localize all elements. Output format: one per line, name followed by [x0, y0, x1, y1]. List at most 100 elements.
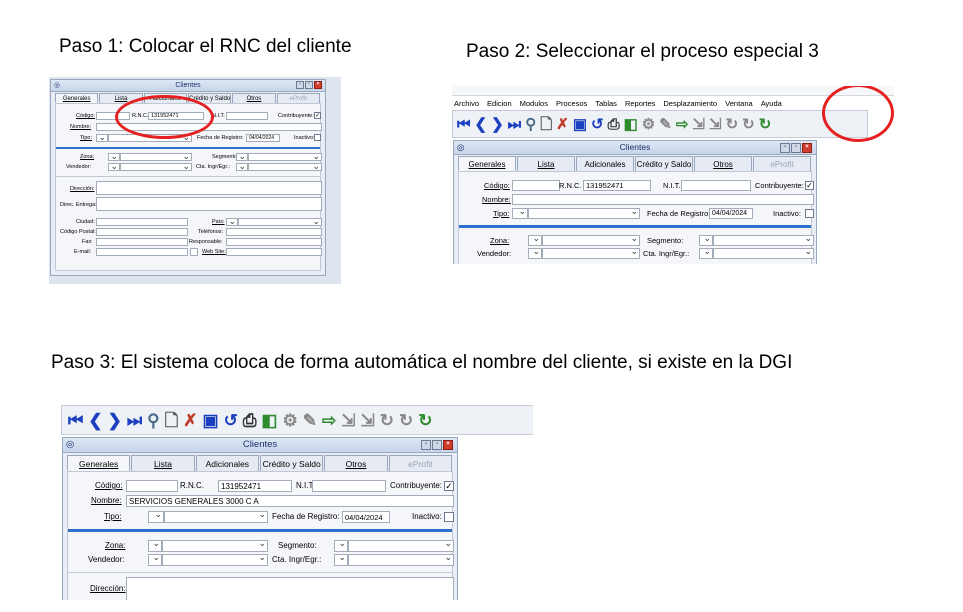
new-document-icon[interactable]: 🗋	[165, 412, 179, 429]
maximize-button[interactable]: ▫	[791, 143, 801, 153]
menu-ayuda[interactable]: Ayuda	[761, 99, 782, 108]
zona-select[interactable]	[108, 151, 120, 162]
import-2-icon[interactable]: ⇲	[360, 412, 374, 429]
fecha-registro-input[interactable]: 04/04/2024	[709, 208, 753, 219]
tab-generales[interactable]: Generales	[55, 93, 99, 103]
tab-credito-saldo[interactable]: Crédito y Saldo	[259, 455, 324, 471]
contribuyente-checkbox[interactable]: ✓	[314, 112, 321, 119]
rnc-input[interactable]: 131952471	[583, 180, 651, 191]
zona-select[interactable]	[148, 538, 162, 552]
close-button[interactable]: ×	[314, 81, 322, 89]
tab-otros[interactable]: Otros	[324, 455, 388, 471]
menu-ventana[interactable]: Ventana	[725, 99, 753, 108]
exit-icon[interactable]: ◧	[624, 117, 638, 132]
delete-icon[interactable]: ✗	[556, 117, 569, 132]
cta-select[interactable]	[236, 161, 248, 172]
telefonos-input[interactable]	[226, 228, 322, 236]
zona-select[interactable]	[528, 233, 542, 246]
delete-icon[interactable]: ✗	[183, 412, 197, 429]
codigo-input[interactable]	[512, 180, 560, 191]
codigo-input[interactable]	[126, 480, 178, 492]
cta-select[interactable]	[334, 552, 348, 566]
direccion-textarea[interactable]	[126, 577, 454, 600]
next-record-icon[interactable]: ❯	[491, 117, 504, 132]
zona-description-select[interactable]	[542, 233, 640, 246]
save-icon[interactable]: ▣	[573, 117, 587, 132]
menu-tablas[interactable]: Tablas	[595, 99, 617, 108]
import-icon[interactable]: ⇲	[341, 412, 355, 429]
next-record-icon[interactable]: ❯	[108, 412, 122, 429]
vendedor-description-select[interactable]	[120, 161, 192, 172]
tab-lista[interactable]: Lista	[131, 455, 195, 471]
tipo-description-select[interactable]	[528, 206, 640, 219]
pais-description-select[interactable]	[238, 216, 322, 227]
tab-eprofit[interactable]: eProfit	[753, 156, 811, 171]
menu-modulos[interactable]: Modulos	[520, 99, 548, 108]
email-input[interactable]	[96, 248, 188, 256]
exit-icon[interactable]: ◧	[261, 412, 277, 429]
nit-input[interactable]	[312, 480, 386, 492]
tab-eprofit[interactable]: eProfit	[388, 455, 452, 471]
undo-icon[interactable]: ↺	[224, 412, 238, 429]
tools-icon[interactable]: ✎	[659, 117, 672, 132]
undo-icon[interactable]: ↺	[591, 117, 604, 132]
tab-generales[interactable]: Generales	[67, 455, 131, 471]
segmento-description-select[interactable]	[348, 538, 454, 552]
minimize-button[interactable]: -	[421, 440, 431, 450]
tab-eprofit[interactable]: eProfit	[276, 93, 320, 103]
cta-description-select[interactable]	[348, 552, 454, 566]
new-document-icon[interactable]: 🗋	[540, 117, 552, 132]
tools-icon[interactable]: ✎	[303, 412, 317, 429]
vendedor-select[interactable]	[528, 246, 542, 259]
direccion-textarea[interactable]	[96, 181, 322, 195]
special-process-4-icon[interactable]: ↻	[418, 412, 432, 429]
zona-description-select[interactable]	[162, 538, 268, 552]
previous-record-icon[interactable]: ❮	[475, 117, 488, 132]
close-button[interactable]: ×	[443, 440, 453, 450]
responsable-input[interactable]	[226, 238, 322, 246]
last-record-icon[interactable]: ⏭	[508, 117, 522, 132]
minimize-button[interactable]: -	[296, 81, 304, 89]
tab-adicionales[interactable]: Adicionales	[576, 156, 634, 171]
cta-select[interactable]	[699, 246, 713, 259]
import-2-icon[interactable]: ⇲	[709, 117, 722, 132]
export-icon[interactable]: ⇨	[676, 117, 689, 132]
maximize-button[interactable]: ▫	[432, 440, 442, 450]
nombre-input[interactable]: SERVICIOS GENERALES 3000 C A	[126, 495, 454, 507]
nombre-input[interactable]	[512, 194, 814, 205]
nit-input[interactable]	[681, 180, 751, 191]
tab-lista[interactable]: Lista	[517, 156, 575, 171]
special-process-2-icon[interactable]: ↻	[726, 117, 739, 132]
minimize-button[interactable]: -	[780, 143, 790, 153]
special-process-1-icon[interactable]: ⚙	[642, 117, 655, 132]
segmento-description-select[interactable]	[713, 233, 814, 246]
tipo-select[interactable]	[512, 206, 528, 219]
pais-select[interactable]	[226, 216, 238, 227]
menu-archivo[interactable]: Archivo	[454, 99, 479, 108]
special-process-3-icon[interactable]: ↻	[399, 412, 413, 429]
fax-input[interactable]	[96, 238, 188, 246]
vendedor-description-select[interactable]	[162, 552, 268, 566]
contribuyente-checkbox[interactable]: ✓	[444, 481, 454, 491]
tipo-select[interactable]	[96, 132, 108, 143]
tab-generales[interactable]: Generales	[458, 156, 516, 171]
save-icon[interactable]: ▣	[203, 412, 219, 429]
zona-description-select[interactable]	[120, 151, 192, 162]
first-record-icon[interactable]: ⏮	[457, 117, 471, 132]
tipo-description-select[interactable]	[164, 509, 268, 523]
cta-description-select[interactable]	[713, 246, 814, 259]
ciudad-input[interactable]	[96, 218, 188, 226]
vendedor-select[interactable]	[148, 552, 162, 566]
search-icon[interactable]: ⚲	[147, 412, 159, 429]
inactivo-checkbox[interactable]	[314, 134, 321, 141]
codigo-postal-input[interactable]	[96, 228, 188, 236]
menu-edicion[interactable]: Edicion	[487, 99, 512, 108]
rnc-input[interactable]: 131952471	[218, 480, 292, 492]
special-process-3-icon[interactable]: ↻	[742, 117, 755, 132]
segmento-description-select[interactable]	[248, 151, 322, 162]
special-process-1-icon[interactable]: ⚙	[282, 412, 297, 429]
last-record-icon[interactable]: ⏭	[127, 412, 142, 429]
first-record-icon[interactable]: ⏮	[68, 412, 83, 429]
tipo-select[interactable]	[148, 509, 164, 523]
cta-description-select[interactable]	[248, 161, 322, 172]
